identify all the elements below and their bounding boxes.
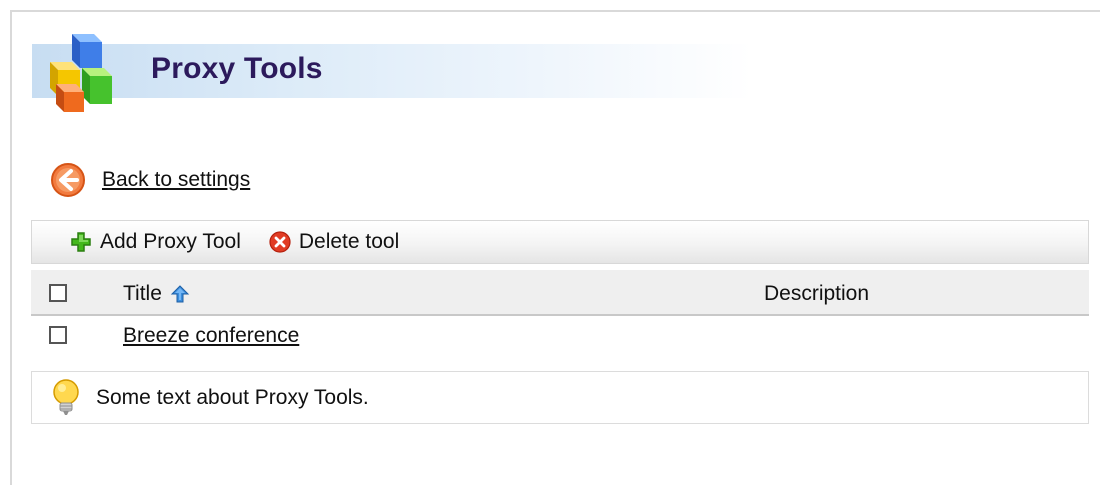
column-header-title[interactable]: Title <box>123 282 190 306</box>
table-row: Breeze conference <box>31 316 1089 356</box>
row-title-link[interactable]: Breeze conference <box>123 324 299 348</box>
row-checkbox[interactable] <box>49 326 67 344</box>
delete-tool-button[interactable]: Delete tool <box>269 230 399 254</box>
back-to-settings[interactable]: Back to settings <box>50 160 250 200</box>
red-x-icon <box>269 231 291 253</box>
select-all-checkbox[interactable] <box>49 284 67 302</box>
delete-tool-label[interactable]: Delete tool <box>299 230 399 254</box>
info-text: Some text about Proxy Tools. <box>96 385 369 409</box>
back-to-settings-link[interactable]: Back to settings <box>102 168 250 192</box>
green-plus-icon <box>71 232 91 252</box>
info-box: Some text about Proxy Tools. <box>31 371 1089 424</box>
back-arrow-icon[interactable] <box>50 162 86 198</box>
add-proxy-tool-button[interactable]: Add Proxy Tool <box>70 230 241 254</box>
add-proxy-tool-label[interactable]: Add Proxy Tool <box>100 230 241 254</box>
lightbulb-icon <box>53 378 79 415</box>
cubes-icon <box>50 34 112 112</box>
toolbar: Add Proxy Tool Delete tool <box>31 220 1089 264</box>
page-header: Proxy Tools <box>20 32 760 112</box>
table-header: Title Description <box>31 270 1089 316</box>
column-title-label[interactable]: Title <box>123 282 162 306</box>
header-band <box>32 44 752 98</box>
page-title: Proxy Tools <box>151 52 323 85</box>
column-header-description[interactable]: Description <box>764 282 869 306</box>
sort-ascending-arrow-icon[interactable] <box>170 284 190 304</box>
